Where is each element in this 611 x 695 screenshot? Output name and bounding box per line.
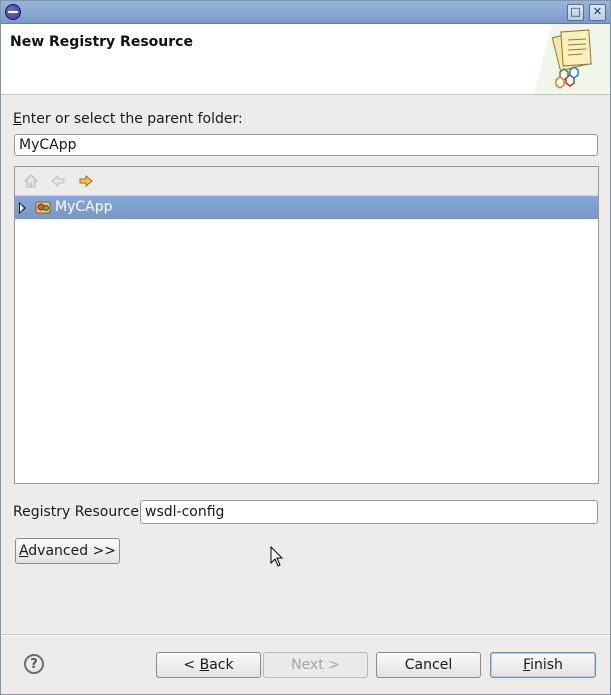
forward-arrow-icon[interactable]	[78, 173, 94, 189]
help-icon[interactable]: ?	[24, 654, 44, 674]
tree-toolbar	[15, 167, 598, 196]
next-button[interactable]: Next >	[263, 652, 368, 678]
back-button[interactable]: < Back	[156, 652, 261, 678]
wizard-header: New Registry Resource	[1, 24, 610, 95]
advanced-button-accelerator: A	[18, 543, 29, 559]
advanced-button-label: dvanced >>	[28, 543, 117, 559]
close-button[interactable]: ✕	[589, 4, 606, 21]
parent-folder-label-accelerator: E	[13, 111, 22, 127]
footer-separator	[1, 634, 610, 636]
cancel-button[interactable]: Cancel	[376, 652, 481, 678]
advanced-button[interactable]: Advanced >>	[15, 538, 120, 564]
expand-arrow-icon[interactable]	[19, 202, 26, 214]
back-arrow-icon[interactable]	[50, 173, 66, 189]
new-registry-resource-dialog: □ ✕ New Registry Resource Enter or selec…	[0, 0, 611, 695]
folder-tree: MyCApp	[14, 166, 599, 484]
parent-folder-input[interactable]	[14, 134, 598, 156]
home-icon[interactable]	[23, 173, 39, 189]
project-icon	[35, 201, 51, 214]
maximize-button[interactable]: □	[567, 4, 584, 21]
title-bar: □ ✕	[1, 1, 610, 24]
tree-item-label: MyCApp	[55, 199, 113, 215]
mouse-pointer-icon	[270, 546, 284, 567]
back-button-accelerator: B	[199, 657, 210, 673]
eclipse-app-icon	[5, 4, 21, 20]
registry-wizard-banner-icon	[534, 24, 610, 94]
registry-resource-input[interactable]	[140, 500, 598, 524]
tree-item[interactable]: MyCApp	[15, 196, 598, 219]
parent-folder-label: Enter or select the parent folder:	[13, 111, 243, 127]
finish-button[interactable]: Finish	[490, 652, 596, 678]
back-button-prefix: <	[183, 657, 200, 673]
page-title: New Registry Resource	[10, 34, 193, 50]
finish-button-label: inish	[530, 657, 563, 673]
registry-resource-label: Registry Resource	[13, 504, 139, 520]
parent-folder-label-text: nter or select the parent folder:	[21, 111, 243, 127]
back-button-label: ack	[209, 657, 234, 673]
